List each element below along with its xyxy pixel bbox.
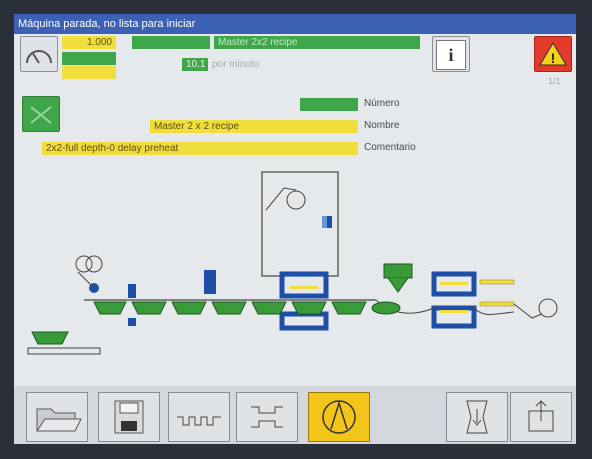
save-button[interactable] [98, 392, 160, 442]
station-1-bottom [128, 318, 136, 326]
save-icon [114, 400, 144, 434]
station-2[interactable] [204, 270, 216, 294]
discharge-tray [27, 331, 101, 355]
folder-open-icon [36, 408, 82, 432]
open-button[interactable] [26, 392, 88, 442]
gauge-icon [26, 50, 52, 64]
info-icon: i [436, 40, 466, 70]
recipe-comment-label: Comentario [364, 142, 416, 153]
recipe-name-label: Nombre [364, 120, 400, 131]
film-roll-unit[interactable] [261, 171, 339, 277]
sealing-button[interactable] [236, 392, 298, 442]
export-button[interactable] [510, 392, 572, 442]
start-cycle-icon [322, 400, 356, 434]
door-button[interactable] [446, 392, 508, 442]
forming-station[interactable] [279, 271, 329, 331]
loading-station[interactable] [383, 263, 413, 293]
recipe-grid-icon [30, 106, 52, 124]
recipe-icon-button[interactable] [22, 96, 60, 132]
start-button[interactable] [308, 392, 370, 442]
bottom-toolbar [14, 386, 576, 444]
recipe-bar-field: Master 2x2 recipe [214, 36, 420, 49]
gauge-button[interactable] [20, 36, 58, 72]
warning-button[interactable]: ! [534, 36, 572, 72]
hmi-screen: Máquina parada, no lista para iniciar 1.… [14, 14, 576, 444]
door-indexer-icon [466, 400, 488, 434]
sealing-station[interactable] [431, 271, 477, 329]
warning-icon: ! [539, 42, 567, 66]
sealing-station-icon [251, 406, 283, 428]
svg-text:!: ! [551, 50, 556, 66]
status-text: Máquina parada, no lista para iniciar [18, 18, 196, 30]
counter-field: 1.000 [62, 36, 116, 49]
bottom-film-roll-icon [75, 255, 103, 293]
tray-row [93, 301, 401, 315]
rate-unit-label: por minuto [212, 59, 260, 70]
forming-button[interactable] [168, 392, 230, 442]
info-button[interactable]: i [432, 36, 470, 72]
status-title-bar: Máquina parada, no lista para iniciar [14, 14, 576, 34]
machine-diagram [27, 171, 558, 355]
recipe-number-label: Número [364, 98, 400, 109]
recipe-number-field[interactable] [300, 98, 358, 111]
recipe-comment-field[interactable]: 2x2-full depth-0 delay preheat [42, 142, 358, 155]
export-icon [528, 400, 554, 432]
recipe-name-field[interactable]: Master 2 x 2 recipe [150, 120, 358, 133]
station-1[interactable] [128, 284, 136, 298]
yellow-small-field [62, 66, 116, 79]
forming-station-icon [177, 416, 221, 426]
rate-field: 10.1 [182, 58, 208, 71]
green-small-field [62, 52, 116, 65]
page-indicator: 1/1 [548, 76, 561, 86]
status-green-field [132, 36, 210, 49]
